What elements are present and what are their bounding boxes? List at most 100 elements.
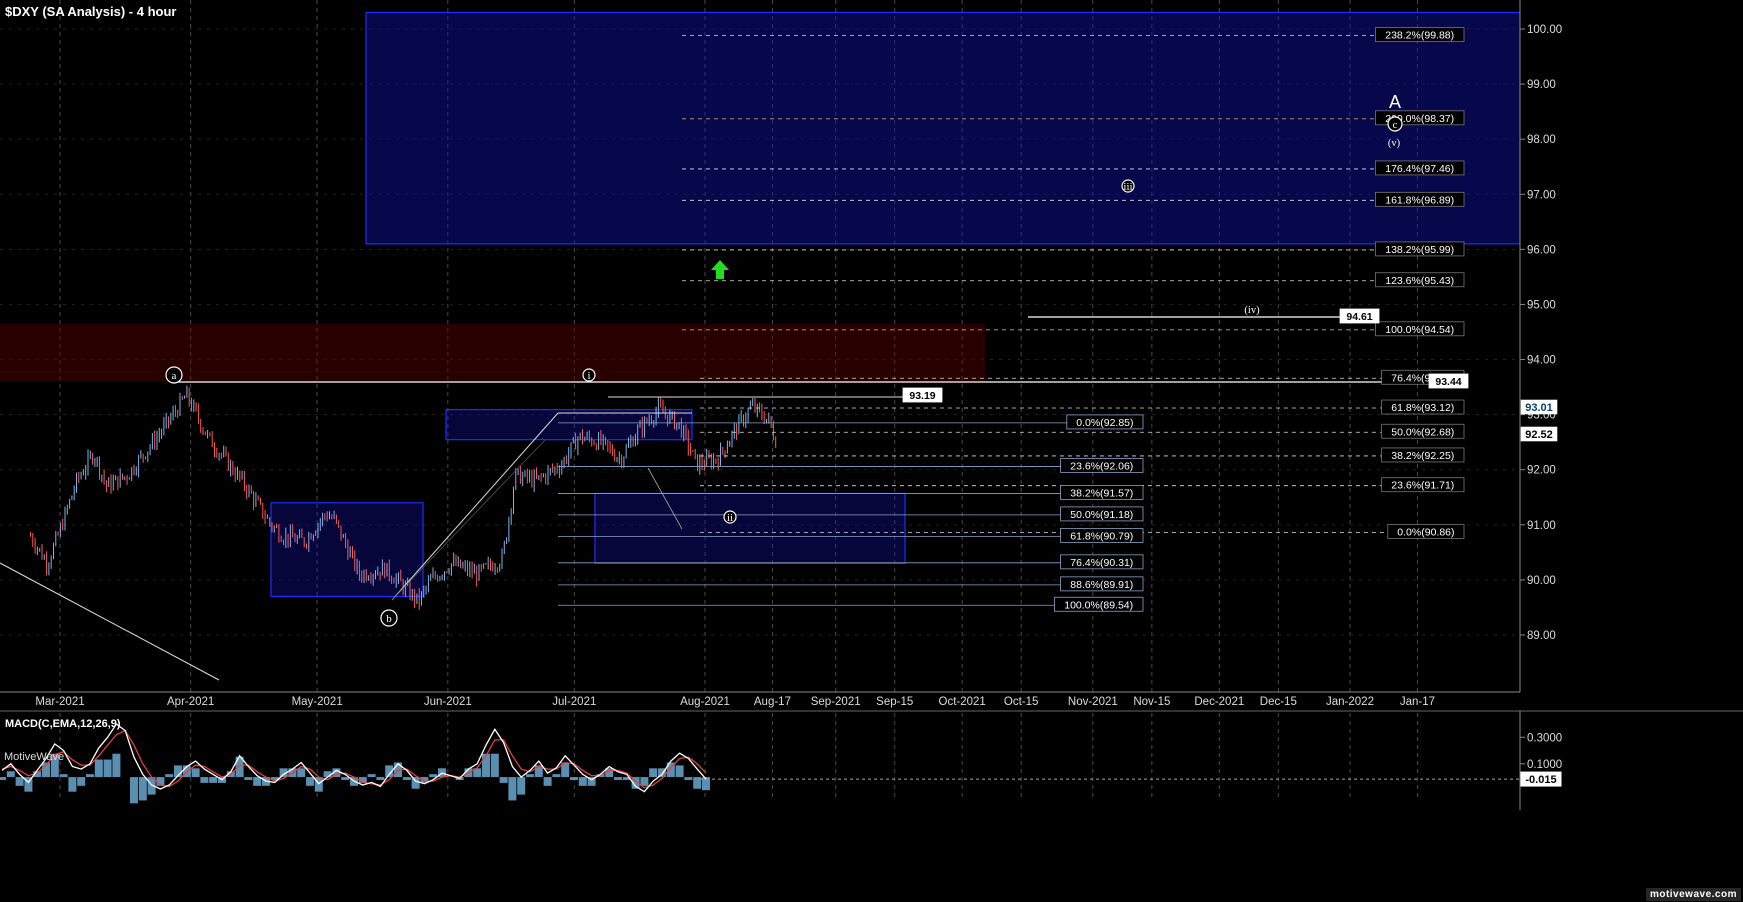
up-arrow-icon bbox=[711, 260, 729, 279]
ytick-94-00: 94.00 bbox=[1527, 355, 1556, 367]
fib-label-lower-88-6-89-91: 88.6%(89.91) bbox=[1070, 579, 1133, 591]
site-link[interactable]: motivewave.com bbox=[1645, 888, 1741, 901]
fib-label-lower-100-0-89-54: 100.0%(89.54) bbox=[1064, 599, 1133, 611]
macd-hist-74 bbox=[649, 768, 658, 778]
macd-hist-77 bbox=[675, 765, 684, 778]
macd-hist-47 bbox=[411, 777, 420, 789]
ytick-89-00: 89.00 bbox=[1527, 630, 1556, 642]
xtick-sep-15: Sep-15 bbox=[876, 696, 913, 708]
macd-hist-78 bbox=[684, 777, 693, 780]
macd-hist-10 bbox=[86, 774, 94, 778]
xtick-mar-2021: Mar-2021 bbox=[35, 696, 84, 708]
macd-hist-56 bbox=[490, 753, 499, 778]
ytick-90-00: 90.00 bbox=[1527, 575, 1556, 587]
macd-hist-59 bbox=[517, 777, 526, 795]
xtick-dec-2021: Dec-2021 bbox=[1194, 696, 1244, 708]
macd-hist-24 bbox=[209, 777, 218, 783]
wave-label-A: A bbox=[1389, 92, 1401, 112]
macd-histogram bbox=[0, 753, 710, 804]
macd-hist-28 bbox=[244, 777, 253, 780]
xtick-oct-15: Oct-15 bbox=[1004, 696, 1039, 708]
macd-hist-62 bbox=[543, 777, 552, 786]
xtick-may-2021: May-2021 bbox=[292, 696, 343, 708]
wave-label-c: c bbox=[1393, 119, 1398, 131]
fib-label-upper-61-8-93-12: 61.8%(93.12) bbox=[1391, 402, 1454, 414]
chart-canvas[interactable]: 238.2%(99.88)200.0%(98.37)176.4%(97.46)1… bbox=[0, 0, 1743, 902]
macd-hist-2 bbox=[15, 777, 24, 786]
price-tag-92-52: 92.52 bbox=[1525, 429, 1553, 441]
fib-label-upper-123-6-95-43: 123.6%(95.43) bbox=[1385, 275, 1454, 287]
fib-label-upper-23-6-91-71: 23.6%(91.71) bbox=[1391, 480, 1454, 492]
macd-hist-35 bbox=[306, 777, 314, 786]
macd-hist-65 bbox=[570, 777, 578, 780]
fib-label-lower-23-6-92-06: 23.6%(92.06) bbox=[1070, 460, 1133, 472]
macd-hist-66 bbox=[578, 777, 587, 786]
macd-hist-7 bbox=[59, 774, 68, 778]
fib-label-upper-0-0-90-86: 0.0%(90.86) bbox=[1397, 527, 1454, 539]
wave-label-a: a bbox=[172, 370, 177, 382]
chart-title: $DXY (SA Analysis) - 4 hour bbox=[5, 4, 177, 19]
fib-label-upper-176-4-97-46: 176.4%(97.46) bbox=[1385, 163, 1454, 175]
support-zone-box bbox=[594, 492, 906, 564]
macd-hist-9 bbox=[77, 777, 86, 786]
right-axis-bg bbox=[1520, 0, 1743, 692]
wave-label-ii: ii bbox=[727, 512, 733, 524]
macd-hist-12 bbox=[103, 759, 112, 778]
macd-hist-63 bbox=[552, 774, 561, 778]
watermark-motivewave: MotiveWave bbox=[4, 751, 65, 763]
macd-hist-8 bbox=[68, 777, 77, 792]
xtick-jan-2022: Jan-2022 bbox=[1326, 696, 1374, 708]
macd-hist-55 bbox=[482, 753, 490, 778]
xtick-aug-2021: Aug-2021 bbox=[680, 696, 730, 708]
macd-hist-15 bbox=[130, 777, 138, 804]
macd-title: MACD(C,EMA,12,26,9) bbox=[5, 718, 121, 730]
xtick-jan-17: Jan-17 bbox=[1400, 696, 1435, 708]
macd-hist-13 bbox=[112, 753, 121, 778]
macd-hist-70 bbox=[614, 777, 622, 780]
fib-label-upper-138-2-95-99: 138.2%(95.99) bbox=[1385, 244, 1454, 256]
wave-label-v: (v) bbox=[1388, 138, 1401, 149]
macd-hist-49 bbox=[429, 774, 438, 778]
consolidation-box-may bbox=[270, 502, 424, 598]
fib-label-upper-38-2-92-25: 38.2%(92.25) bbox=[1391, 450, 1454, 462]
macd-line bbox=[1, 723, 707, 793]
fib-label-upper-100-0-94-54: 100.0%(94.54) bbox=[1385, 324, 1454, 336]
macd-hist-42 bbox=[367, 774, 376, 778]
fib-label-lower-76-4-90-31: 76.4%(90.31) bbox=[1070, 557, 1133, 569]
fib-label-upper-161-8-96-89: 161.8%(96.89) bbox=[1385, 194, 1454, 206]
macd-ytick-0-3000: 0.3000 bbox=[1527, 732, 1562, 744]
wave-label-i: i bbox=[587, 370, 590, 382]
xtick-nov-2021: Nov-2021 bbox=[1068, 696, 1118, 708]
callout-93-19: 93.19 bbox=[909, 390, 935, 402]
macd-hist-23 bbox=[200, 777, 209, 783]
macd-hist-39 bbox=[341, 777, 350, 780]
macd-hist-43 bbox=[376, 777, 385, 780]
macd-ytick-0-1000: 0.1000 bbox=[1527, 759, 1562, 771]
xtick-sep-2021: Sep-2021 bbox=[811, 696, 861, 708]
wave-label-b: b bbox=[386, 613, 392, 625]
xtick-aug-17: Aug-17 bbox=[754, 696, 791, 708]
ytick-95-00: 95.00 bbox=[1527, 299, 1556, 311]
fib-label-lower-0-0-92-85: 0.0%(92.85) bbox=[1076, 417, 1133, 429]
macd-hist-60 bbox=[526, 774, 534, 778]
macd-hist-16 bbox=[138, 777, 147, 801]
ytick-91-00: 91.00 bbox=[1527, 520, 1556, 532]
fib-label-lower-38-2-91-57: 38.2%(91.57) bbox=[1070, 487, 1133, 499]
price-tag-93-44: 93.44 bbox=[1435, 376, 1461, 388]
macd-hist-46 bbox=[402, 777, 411, 780]
target-zone-box bbox=[365, 11, 1521, 245]
macd-hist-34 bbox=[297, 768, 306, 778]
macd-hist-57 bbox=[499, 777, 508, 783]
callout-94-61: 94.61 bbox=[1346, 311, 1372, 323]
xtick-jun-2021: Jun-2021 bbox=[424, 696, 472, 708]
price-tag-93-01: 93.01 bbox=[1525, 402, 1553, 414]
ytick-98-00: 98.00 bbox=[1527, 134, 1556, 146]
fib-label-lower-61-8-90-79: 61.8%(90.79) bbox=[1070, 530, 1133, 542]
fib-label-upper-238-2-99-88: 238.2%(99.88) bbox=[1385, 30, 1454, 42]
wave-label-iv: (iv) bbox=[1244, 305, 1260, 316]
macd-last-value: -0.015 bbox=[1525, 774, 1556, 786]
macd-hist-0 bbox=[0, 777, 6, 780]
consolidation-box-july bbox=[445, 409, 693, 441]
macd-hist-73 bbox=[640, 777, 649, 786]
ytick-99-00: 99.00 bbox=[1527, 79, 1556, 91]
